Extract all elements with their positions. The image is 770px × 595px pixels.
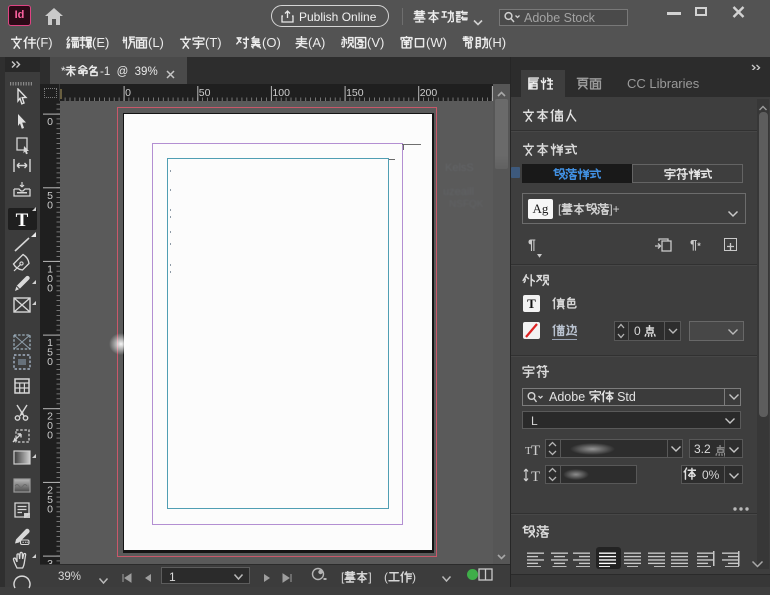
svg-text:T: T xyxy=(16,210,29,229)
svg-text:100: 100 xyxy=(272,87,290,99)
svg-text:0: 0 xyxy=(47,430,53,442)
svg-text:50: 50 xyxy=(199,87,211,99)
svg-text:0: 0 xyxy=(47,199,53,211)
svg-text:0: 0 xyxy=(47,503,53,515)
svg-text:T: T xyxy=(531,443,540,457)
svg-text:T: T xyxy=(531,469,540,483)
svg-text:0: 0 xyxy=(125,87,131,99)
svg-text:0: 0 xyxy=(47,282,53,294)
svg-text:200: 200 xyxy=(420,87,438,99)
svg-text:150: 150 xyxy=(346,87,364,99)
svg-text:0: 0 xyxy=(47,356,53,368)
svg-text:0: 0 xyxy=(47,116,53,128)
